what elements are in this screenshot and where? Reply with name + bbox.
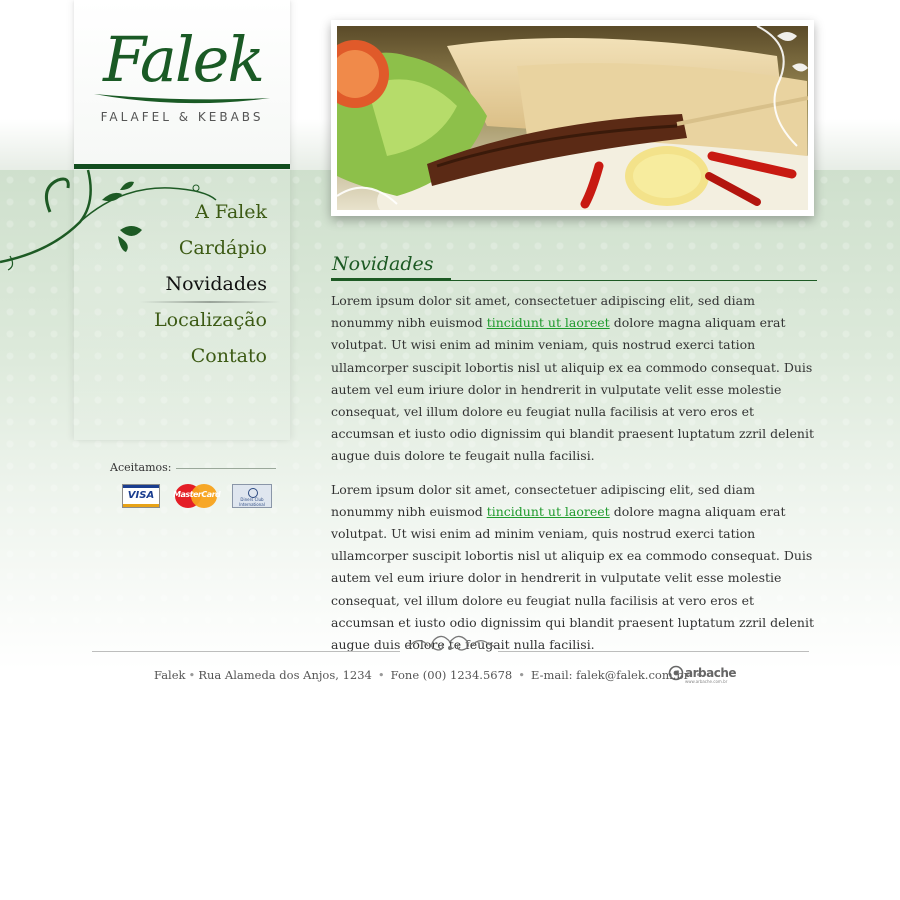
visa-card-icon: VISA xyxy=(122,484,160,508)
main-nav: A Falek Cardápio Novidades Localização C… xyxy=(130,196,267,376)
arbache-url: www.arbache.com.br xyxy=(685,679,728,684)
paragraph-link[interactable]: tincidunt ut laoreet xyxy=(487,504,610,519)
kebab-plate-illustration xyxy=(337,26,808,210)
visa-card-label: VISA xyxy=(127,490,155,501)
paragraph-link[interactable]: tincidunt ut laoreet xyxy=(487,315,610,330)
footer-ornament-icon xyxy=(406,635,494,651)
main-content: Lorem ipsum dolor sit amet, consectetuer… xyxy=(331,290,817,667)
nav-item-novidades[interactable]: Novidades xyxy=(130,268,267,304)
arbache-logo-icon[interactable] xyxy=(668,665,684,681)
section-title: Novidades xyxy=(332,253,434,275)
mastercard-label: MasterCard xyxy=(173,490,221,499)
arbache-credit[interactable]: arbache xyxy=(685,666,737,680)
active-nav-underline xyxy=(140,301,280,303)
footer-email[interactable]: E-mail: falek@falek.com.br xyxy=(531,668,689,682)
diners-club-label: Diners Club International xyxy=(239,497,265,507)
footer-phone: Fone (00) 1234.5678 xyxy=(390,668,513,682)
kebab-photo xyxy=(337,26,808,210)
news-paragraph: Lorem ipsum dolor sit amet, consectetuer… xyxy=(331,479,817,657)
logo-swoosh-icon xyxy=(94,94,270,104)
footer-divider-left xyxy=(92,651,400,652)
section-title-accent xyxy=(331,278,451,281)
mastercard-icon: MasterCard xyxy=(173,484,221,508)
logo-tagline: FALAFEL & KEBABS xyxy=(100,110,264,124)
footer-name: Falek xyxy=(154,668,186,682)
nav-item-localizacao[interactable]: Localização xyxy=(130,304,267,340)
footer-contact: Falek • Rua Alameda dos Anjos, 1234 • Fone (… xyxy=(154,668,703,682)
paragraph-text: dolore magna aliquam erat volutpat. Ut w… xyxy=(331,503,814,653)
paragraph-text: dolore magna aliquam erat volutpat. Ut w… xyxy=(331,315,814,464)
footer-divider-right xyxy=(498,651,809,652)
news-paragraph: Lorem ipsum dolor sit amet, consectetuer… xyxy=(331,290,817,468)
footer-address: Rua Alameda dos Anjos, 1234 xyxy=(198,668,372,682)
diners-club-icon: Diners Club International xyxy=(232,484,272,508)
nav-item-a-falek[interactable]: A Falek xyxy=(130,196,267,232)
payments-label: Aceitamos: xyxy=(110,461,172,474)
logo-wordmark[interactable]: Falek xyxy=(88,24,278,96)
payments-divider xyxy=(176,468,276,469)
hero-photo-frame xyxy=(331,20,814,216)
nav-item-cardapio[interactable]: Cardápio xyxy=(130,232,267,268)
nav-item-contato[interactable]: Contato xyxy=(130,340,267,376)
